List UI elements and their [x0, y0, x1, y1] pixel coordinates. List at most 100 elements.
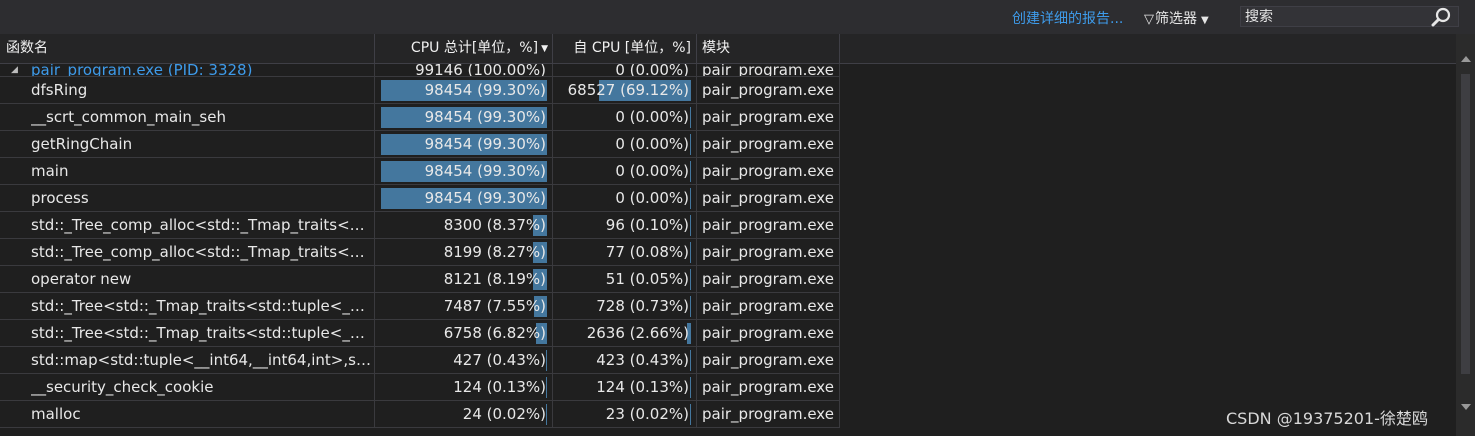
search-box[interactable] [1240, 6, 1459, 27]
cpu-total-value: 8199 (8.27%) [443, 243, 546, 261]
cpu-total-cell: 24 (0.02%) [375, 401, 553, 428]
function-name-cell[interactable]: getRingChain [0, 131, 375, 158]
table-row[interactable]: std::_Tree<std::_Tmap_traits<std::tuple<… [0, 320, 1456, 347]
cpu-self-value: 0 (0.00%) [615, 162, 689, 180]
module-cell: pair_program.exe [697, 104, 840, 131]
table-row[interactable]: std::map<std::tuple<__int64,__int64,int>… [0, 347, 1456, 374]
module-cell: pair_program.exe [697, 239, 840, 266]
cpu-self-bar [689, 188, 691, 209]
cpu-total-cell: 98454 (99.30%) [375, 104, 553, 131]
cpu-self-cell: 77 (0.08%) [553, 239, 697, 266]
function-name-cell[interactable]: main [0, 158, 375, 185]
funnel-icon: ▽ [1144, 12, 1154, 27]
cpu-self-cell: 51 (0.05%) [553, 266, 697, 293]
function-name[interactable]: pair_program.exe (PID: 3328) [31, 64, 371, 76]
cpu-self-bar [689, 215, 691, 236]
column-header-cpu-total[interactable]: CPU 总计[单位，%] ▼ [375, 34, 553, 63]
module-cell: pair_program.exe [697, 131, 840, 158]
table-row[interactable]: std::_Tree_comp_alloc<std::_Tmap_traits<… [0, 239, 1456, 266]
module-cell: pair_program.exe [697, 158, 840, 185]
function-name-cell[interactable]: operator new [0, 266, 375, 293]
filter-button[interactable]: ▽筛选器 ▼ [1144, 8, 1209, 28]
module-cell: pair_program.exe [697, 185, 840, 212]
cpu-self-bar [689, 107, 691, 128]
cpu-total-value: 7487 (7.55%) [443, 297, 546, 315]
table-row[interactable]: __scrt_common_main_seh 98454 (99.30%) 0 (0… [0, 104, 1456, 131]
cpu-total-value: 99146 (100.00%) [415, 64, 546, 77]
module-cell: pair_program.exe [697, 266, 840, 293]
cpu-total-value: 427 (0.43%) [453, 351, 546, 369]
cpu-self-value: 68527 (69.12%) [567, 81, 689, 99]
table-row[interactable]: process 98454 (99.30%) 0 (0.00%) pair_progr… [0, 185, 1456, 212]
table-row[interactable]: dfsRing 98454 (99.30%) 68527 (69.12%) pair_… [0, 77, 1456, 104]
cpu-total-cell: 8199 (8.27%) [375, 239, 553, 266]
column-header-cpu-self[interactable]: 自 CPU [单位，%] [553, 34, 697, 63]
function-name-cell[interactable]: std::_Tree_comp_alloc<std::_Tmap_traits<… [0, 239, 375, 266]
table-row[interactable]: __security_check_cookie 124 (0.13%) 124 (0… [0, 374, 1456, 401]
module-cell: pair_program.exe [697, 64, 840, 77]
cpu-self-bar [689, 161, 691, 182]
function-name-cell[interactable]: ◢ pair_program.exe (PID: 3328) [0, 64, 375, 77]
module-cell: pair_program.exe [697, 401, 840, 428]
function-name: process [31, 189, 89, 207]
cpu-total-value: 98454 (99.30%) [424, 135, 546, 153]
table-row[interactable]: std::_Tree<std::_Tmap_traits<std::tuple<… [0, 293, 1456, 320]
module-name: pair_program.exe [702, 108, 834, 126]
scroll-thumb[interactable] [1461, 74, 1470, 374]
module-cell: pair_program.exe [697, 77, 840, 104]
function-name-cell[interactable]: __security_check_cookie [0, 374, 375, 401]
function-name: dfsRing [31, 81, 88, 99]
cpu-total-cell: 8300 (8.37%) [375, 212, 553, 239]
table-row[interactable]: std::_Tree_comp_alloc<std::_Tmap_traits<… [0, 212, 1456, 239]
cpu-self-value: 2636 (2.66%) [586, 324, 689, 342]
create-detailed-report-link[interactable]: 创建详细的报告... [1012, 8, 1123, 28]
cpu-self-bar [689, 404, 691, 425]
table-row[interactable]: operator new 8121 (8.19%) 51 (0.05%) pair_p… [0, 266, 1456, 293]
function-name-cell[interactable]: std::_Tree<std::_Tmap_traits<std::tuple<… [0, 320, 375, 347]
function-name: malloc [31, 405, 81, 423]
cpu-total-cell: 99146 (100.00%) [375, 64, 553, 77]
vertical-scrollbar[interactable] [1456, 34, 1475, 436]
cpu-self-value: 77 (0.08%) [605, 243, 689, 261]
module-name: pair_program.exe [702, 270, 834, 288]
table-row[interactable]: getRingChain 98454 (99.30%) 0 (0.00%) pair_… [0, 131, 1456, 158]
function-name-cell[interactable]: __scrt_common_main_seh [0, 104, 375, 131]
collapse-triangle-icon[interactable]: ◢ [11, 64, 18, 76]
scroll-down-arrow-icon[interactable] [1461, 404, 1471, 410]
function-name-cell[interactable]: process [0, 185, 375, 212]
table-row[interactable]: main 98454 (99.30%) 0 (0.00%) pair_program.… [0, 158, 1456, 185]
cpu-total-cell: 124 (0.13%) [375, 374, 553, 401]
cpu-total-value: 98454 (99.30%) [424, 108, 546, 126]
cpu-total-value: 98454 (99.30%) [424, 162, 546, 180]
function-name: __scrt_common_main_seh [31, 108, 226, 126]
function-name-cell[interactable]: std::_Tree<std::_Tmap_traits<std::tuple<… [0, 293, 375, 320]
module-cell: pair_program.exe [697, 212, 840, 239]
cpu-self-value: 124 (0.13%) [596, 378, 689, 396]
cpu-self-bar [689, 377, 691, 398]
cpu-self-cell: 96 (0.10%) [553, 212, 697, 239]
function-name-cell[interactable]: dfsRing [0, 77, 375, 104]
caret-down-icon: ▼ [1201, 15, 1209, 26]
function-name-cell[interactable]: std::map<std::tuple<__int64,__int64,int>… [0, 347, 375, 374]
cpu-total-value: 8121 (8.19%) [443, 270, 546, 288]
column-header-function-name[interactable]: 函数名 [0, 34, 375, 63]
module-name: pair_program.exe [702, 135, 834, 153]
column-header-cpu-total-label: CPU 总计[单位，%] [410, 40, 539, 56]
function-name-cell[interactable]: malloc [0, 401, 375, 428]
column-header-row: 函数名 CPU 总计[单位，%] ▼ 自 CPU [单位，%] 模块 [0, 34, 1456, 64]
function-name: std::_Tree_comp_alloc<std::_Tmap_traits<… [31, 216, 371, 234]
function-name-cell[interactable]: std::_Tree_comp_alloc<std::_Tmap_traits<… [0, 212, 375, 239]
function-name: std::_Tree_comp_alloc<std::_Tmap_traits<… [31, 243, 371, 261]
cpu-self-cell: 0 (0.00%) [553, 64, 697, 77]
search-input[interactable] [1245, 7, 1425, 26]
cpu-self-cell: 0 (0.00%) [553, 104, 697, 131]
cpu-self-value: 728 (0.73%) [596, 297, 689, 315]
search-icon[interactable] [1429, 7, 1453, 27]
process-root-row[interactable]: ◢ pair_program.exe (PID: 3328) 99146 (100.… [0, 64, 1456, 77]
column-header-module[interactable]: 模块 [697, 34, 840, 63]
cpu-self-cell: 423 (0.43%) [553, 347, 697, 374]
cpu-total-cell: 427 (0.43%) [375, 347, 553, 374]
cpu-self-value: 51 (0.05%) [605, 270, 689, 288]
cpu-self-bar [689, 296, 691, 317]
scroll-up-arrow-icon[interactable] [1461, 56, 1471, 62]
